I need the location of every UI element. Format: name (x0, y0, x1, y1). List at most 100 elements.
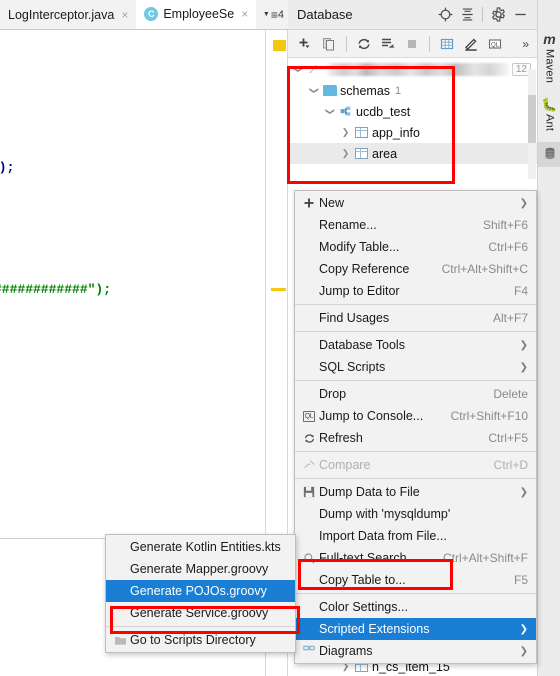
chevron-down-icon[interactable] (322, 106, 337, 117)
tab-overflow-button[interactable]: ▼ ≡ 4 (259, 8, 288, 22)
plus-icon (299, 197, 319, 209)
menu-item-label: Dump with 'mysqldump' (319, 507, 451, 521)
copy-icon[interactable] (318, 33, 340, 55)
database-icon (543, 146, 557, 163)
menu-item-new[interactable]: New ❯ (295, 192, 536, 214)
menu-item-database-tools[interactable]: Database Tools ❯ (295, 334, 536, 356)
run-sql-icon[interactable] (377, 33, 399, 55)
menu-item-label: Full-text Search... (319, 551, 417, 565)
chevron-right-icon[interactable] (338, 127, 353, 138)
menu-item-rename[interactable]: Rename... Shift+F6 (295, 214, 536, 236)
locate-icon[interactable] (434, 4, 456, 26)
menu-item-label: Refresh (319, 431, 363, 445)
chevron-right-icon: ❯ (519, 645, 528, 657)
editor-tab-label: EmployeeSe (163, 6, 235, 21)
tree-item-label: area (372, 146, 398, 161)
menu-item-shortcut: Ctrl+Shift+F10 (450, 409, 528, 423)
menu-separator (295, 451, 536, 452)
menu-item-dump-with-mysqldump[interactable]: Dump with 'mysqldump' (295, 503, 536, 525)
rail-item-database[interactable] (538, 142, 560, 168)
schema-icon (337, 105, 354, 118)
gear-icon[interactable] (487, 4, 509, 26)
close-icon[interactable]: × (119, 9, 130, 21)
rail-item-label: Ant (543, 114, 556, 132)
toolbar-overflow-button[interactable]: » (522, 37, 533, 51)
minimize-icon[interactable] (509, 4, 531, 26)
tree-item-datasource[interactable]: 12 (288, 59, 537, 80)
edit-icon[interactable] (460, 33, 482, 55)
menu-item-shortcut: Ctrl+Alt+Shift+F (442, 551, 528, 565)
folder-icon (321, 85, 338, 96)
svg-text:QL: QL (491, 42, 500, 48)
tree-item-app-info[interactable]: app_info (288, 122, 537, 143)
menu-separator (106, 626, 295, 627)
editor-marker-stripe[interactable] (271, 288, 286, 291)
editor-marker-warning[interactable] (273, 40, 286, 51)
table-icon (353, 127, 370, 138)
database-tree: 12 schemas 1 ucdb_test app_info (288, 59, 537, 164)
menu-item-label: New (319, 196, 345, 210)
chevron-right-icon[interactable] (338, 148, 353, 159)
menu-item-copy-reference[interactable]: Copy Reference Ctrl+Alt+Shift+C (295, 258, 536, 280)
table-icon (353, 148, 370, 159)
rail-item-ant[interactable]: 🐛 Ant (538, 94, 560, 138)
menu-item-copy-table-to[interactable]: Copy Table to... F5 (295, 569, 536, 591)
menu-item-shortcut: Ctrl+F5 (488, 431, 528, 445)
menu-item-import-data-from-file[interactable]: Import Data from File... (295, 525, 536, 547)
menu-item-refresh[interactable]: Refresh Ctrl+F5 (295, 427, 536, 449)
menu-separator (295, 304, 536, 305)
submenu-item-generate-kotlin-entities[interactable]: Generate Kotlin Entities.kts (106, 536, 295, 558)
code-line: ############"); (0, 282, 112, 297)
add-icon[interactable] (294, 33, 316, 55)
chevron-down-icon[interactable] (290, 64, 305, 75)
menu-item-sql-scripts[interactable]: SQL Scripts ❯ (295, 356, 536, 378)
menu-item-shortcut: Delete (493, 387, 528, 401)
chevron-down-icon[interactable] (306, 85, 321, 96)
submenu-item-label: Generate Mapper.groovy (130, 562, 269, 576)
submenu-item-label: Generate Kotlin Entities.kts (130, 540, 281, 554)
class-icon: C (144, 6, 159, 21)
menu-item-jump-to-console[interactable]: QL Jump to Console... Ctrl+Shift+F10 (295, 405, 536, 427)
submenu-item-label: Generate Service.groovy (130, 606, 269, 620)
chevron-right-icon: ❯ (519, 623, 528, 635)
tree-item-ucdb-test[interactable]: ucdb_test (288, 101, 537, 122)
compare-icon (299, 459, 319, 472)
table-editor-icon[interactable] (436, 33, 458, 55)
close-icon[interactable]: × (239, 8, 250, 20)
rail-item-maven[interactable]: m Maven (538, 28, 560, 90)
collapse-all-icon[interactable] (456, 4, 478, 26)
database-tree-scrollbar[interactable] (528, 69, 536, 179)
tree-item-label: schemas (340, 83, 391, 98)
tree-item-label: ucdb_test (356, 104, 411, 119)
menu-item-dump-data-to-file[interactable]: Dump Data to File ❯ (295, 481, 536, 503)
divider (346, 35, 347, 52)
menu-item-drop[interactable]: Drop Delete (295, 383, 536, 405)
submenu-item-generate-mapper[interactable]: Generate Mapper.groovy (106, 558, 295, 580)
menu-item-modify-table[interactable]: Modify Table... Ctrl+F6 (295, 236, 536, 258)
submenu-item-go-to-scripts-directory[interactable]: Go to Scripts Directory (106, 629, 295, 651)
editor-tab-employeese[interactable]: C EmployeeSe × (136, 0, 257, 29)
tree-item-schemas[interactable]: schemas 1 (288, 80, 537, 101)
menu-item-label: SQL Scripts (319, 360, 386, 374)
menu-item-color-settings[interactable]: Color Settings... (295, 596, 536, 618)
ant-icon: 🐛 (541, 97, 558, 113)
database-panel-title: Database (297, 7, 353, 22)
divider (429, 35, 430, 52)
refresh-icon[interactable] (353, 33, 375, 55)
code-line: s); (0, 160, 15, 175)
menu-item-full-text-search[interactable]: Full-text Search... Ctrl+Alt+Shift+F (295, 547, 536, 569)
query-console-icon: QL (302, 410, 316, 422)
query-console-icon[interactable]: QL (484, 33, 506, 55)
scrollbar-thumb[interactable] (528, 95, 536, 143)
editor-tab-loginterceptor[interactable]: LogInterceptor.java × (0, 0, 136, 29)
submenu-item-generate-service[interactable]: Generate Service.groovy (106, 602, 295, 624)
menu-item-find-usages[interactable]: Find Usages Alt+F7 (295, 307, 536, 329)
tree-item-count: 1 (395, 84, 402, 97)
submenu-item-generate-pojos[interactable]: Generate POJOs.groovy (106, 580, 295, 602)
datasource-icon (305, 63, 322, 76)
tree-item-area[interactable]: area (288, 143, 537, 164)
menu-item-jump-to-editor[interactable]: Jump to Editor F4 (295, 280, 536, 302)
menu-item-diagrams[interactable]: Diagrams ❯ (295, 640, 536, 662)
stop-icon[interactable] (401, 33, 423, 55)
menu-item-scripted-extensions[interactable]: Scripted Extensions ❯ (295, 618, 536, 640)
